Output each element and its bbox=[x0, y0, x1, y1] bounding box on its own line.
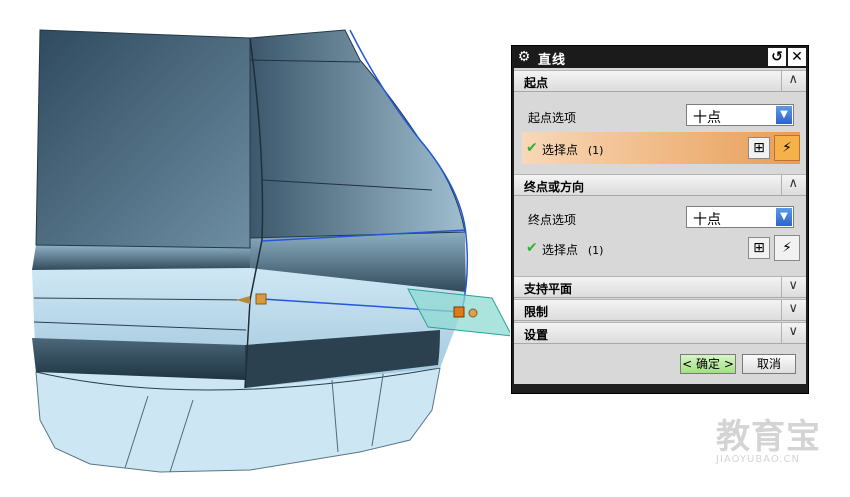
check-icon: ✔ bbox=[526, 240, 538, 256]
cad-model bbox=[32, 29, 513, 473]
inferred-point-icon[interactable]: ⚡ bbox=[774, 235, 800, 261]
section-start-point[interactable]: 起点 ∧ bbox=[514, 70, 806, 92]
end-option-dropdown[interactable]: 十点 ▼ bbox=[686, 206, 794, 228]
section-divider bbox=[781, 300, 782, 320]
dialog-title: 直线 bbox=[538, 53, 567, 68]
ok-right-arrow-icon: > bbox=[723, 357, 734, 371]
section-divider bbox=[781, 175, 782, 195]
section-divider bbox=[781, 323, 782, 343]
section-start-point-label: 起点 bbox=[524, 76, 549, 90]
close-icon[interactable]: ✕ bbox=[788, 48, 806, 66]
point-dialog-icon[interactable]: ⊞ bbox=[748, 237, 770, 259]
graphics-viewport[interactable] bbox=[0, 0, 513, 494]
start-option-row: 起点选项 十点 ▼ bbox=[522, 102, 806, 130]
section-end-point-label: 终点或方向 bbox=[524, 180, 585, 194]
dialog-body: 起点 ∧ 起点选项 十点 ▼ ✔ 选择点 (1) ⊞ ⚡ 终点或方向 ∧ 终点选… bbox=[514, 68, 806, 384]
start-option-value: 十点 bbox=[693, 110, 721, 126]
end-option-value: 十点 bbox=[693, 212, 721, 228]
section-divider bbox=[781, 277, 782, 297]
gear-icon[interactable]: ⚙ bbox=[516, 49, 532, 65]
dialog-titlebar[interactable]: ⚙ 直线 ↺ ✕ bbox=[512, 46, 808, 68]
watermark: 教育宝 JIAOYUBAO.CN bbox=[716, 420, 821, 465]
section-limits-label: 限制 bbox=[524, 305, 549, 319]
inferred-point-icon[interactable]: ⚡ bbox=[774, 135, 800, 161]
section-end-point[interactable]: 终点或方向 ∧ bbox=[514, 174, 806, 196]
chevron-down-icon[interactable]: ∨ bbox=[788, 278, 798, 293]
end-option-label: 终点选项 bbox=[528, 213, 577, 227]
end-option-row: 终点选项 十点 ▼ bbox=[522, 204, 806, 232]
dropdown-arrow-icon[interactable]: ▼ bbox=[776, 208, 792, 226]
end-select-point-row[interactable]: ✔ 选择点 (1) ⊞ ⚡ bbox=[522, 232, 800, 264]
check-icon: ✔ bbox=[526, 140, 538, 156]
start-select-point-label: 选择点 (1) bbox=[542, 143, 604, 157]
section-settings[interactable]: 设置 ∨ bbox=[514, 322, 806, 344]
ok-button[interactable]: < 确定 > bbox=[680, 354, 736, 374]
line-dialog: ⚙ 直线 ↺ ✕ 起点 ∧ 起点选项 十点 ▼ ✔ 选择点 (1) ⊞ ⚡ 终点… bbox=[511, 45, 809, 394]
section-settings-label: 设置 bbox=[524, 328, 549, 342]
section-limits[interactable]: 限制 ∨ bbox=[514, 299, 806, 321]
watermark-brand: 教育宝 bbox=[716, 417, 821, 457]
start-option-label: 起点选项 bbox=[528, 111, 577, 125]
chevron-up-icon[interactable]: ∧ bbox=[788, 176, 798, 191]
start-option-dropdown[interactable]: 十点 ▼ bbox=[686, 104, 794, 126]
chevron-down-icon[interactable]: ∨ bbox=[788, 324, 798, 339]
section-support-plane[interactable]: 支持平面 ∨ bbox=[514, 276, 806, 298]
section-divider bbox=[781, 71, 782, 91]
chevron-up-icon[interactable]: ∧ bbox=[788, 72, 798, 87]
end-select-point-label: 选择点 (1) bbox=[542, 243, 604, 257]
chevron-down-icon[interactable]: ∨ bbox=[788, 301, 798, 316]
ok-left-arrow-icon: < bbox=[682, 357, 693, 371]
start-select-point-row[interactable]: ✔ 选择点 (1) ⊞ ⚡ bbox=[522, 132, 800, 164]
cancel-button[interactable]: 取消 bbox=[742, 354, 796, 374]
reset-icon[interactable]: ↺ bbox=[768, 48, 786, 66]
point-dialog-icon[interactable]: ⊞ bbox=[748, 137, 770, 159]
dropdown-arrow-icon[interactable]: ▼ bbox=[776, 106, 792, 124]
section-support-plane-label: 支持平面 bbox=[524, 282, 573, 296]
